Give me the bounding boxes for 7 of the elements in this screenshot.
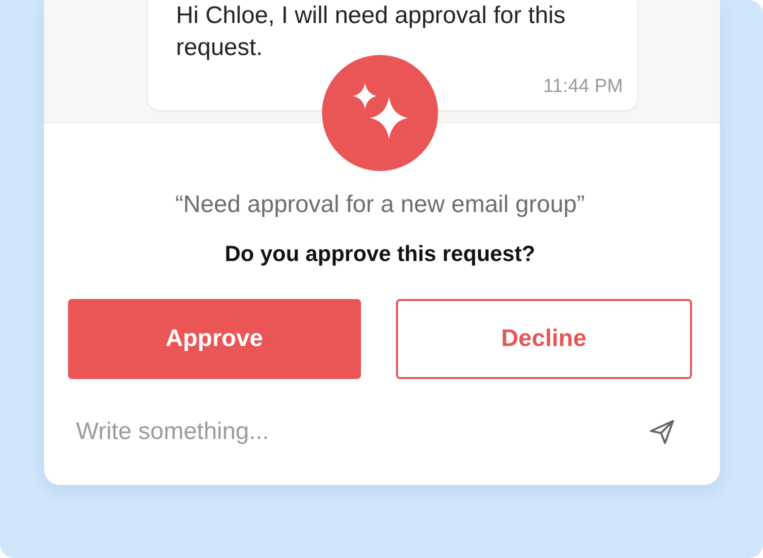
- message-time: 11:44 PM: [543, 76, 623, 98]
- approval-question: Do you approve this request?: [224, 241, 536, 267]
- message-text: Hi Chloe, I will need approval for this request.: [176, 1, 567, 63]
- message-input[interactable]: Write something...: [68, 418, 648, 446]
- approve-button[interactable]: Approve: [68, 299, 360, 379]
- decline-button[interactable]: Decline: [396, 299, 692, 379]
- request-quote: “Need approval for a new email group”: [175, 191, 585, 219]
